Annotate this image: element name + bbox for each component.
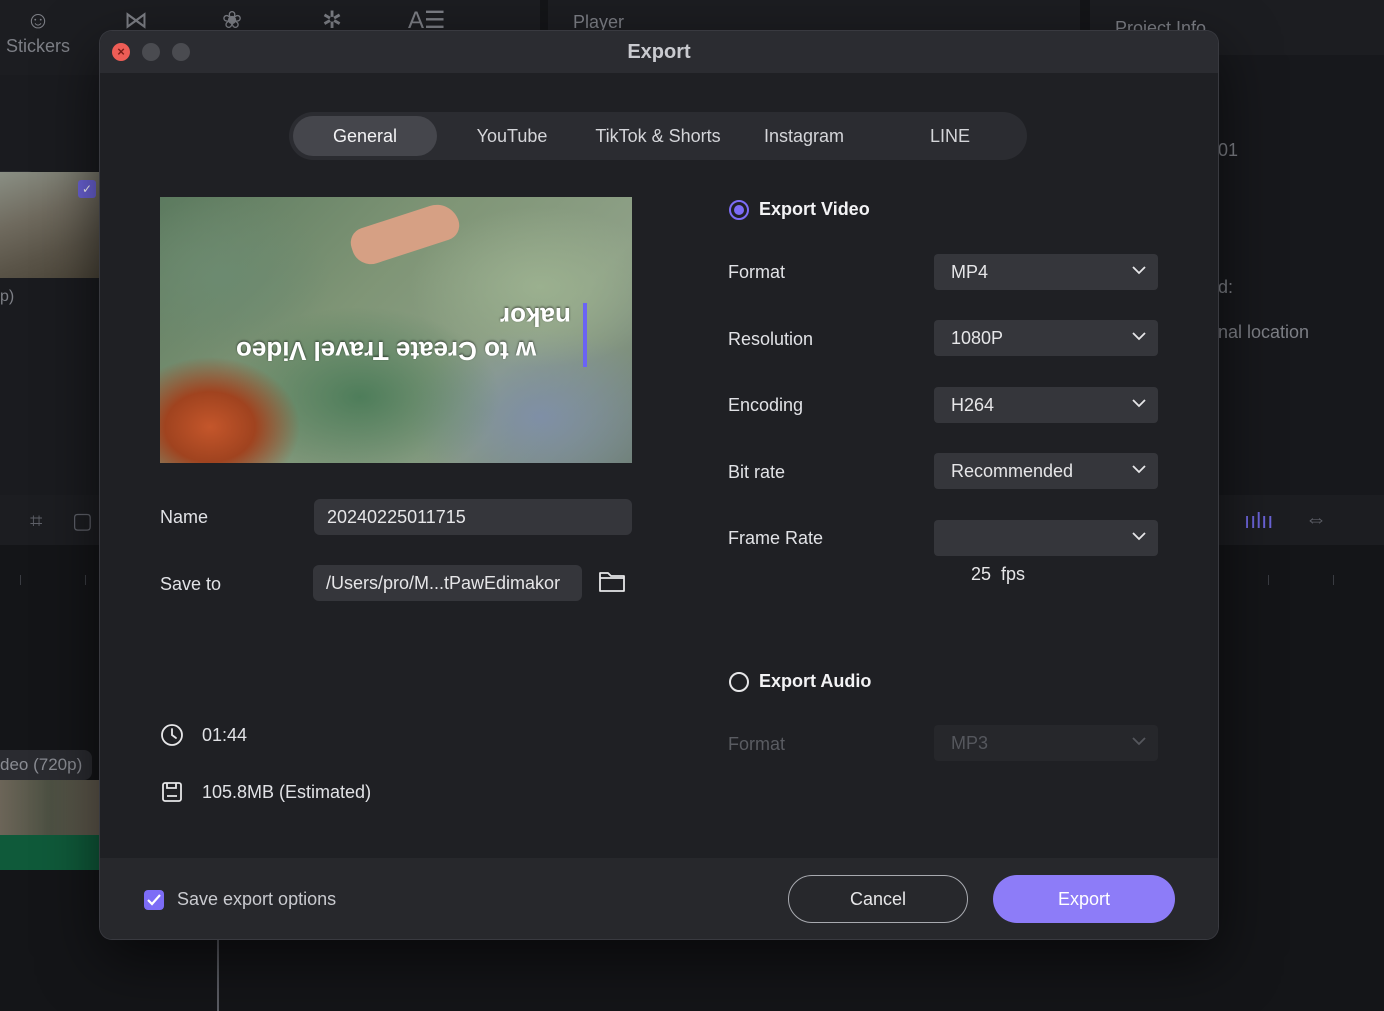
frame-icon[interactable]: ▢ (72, 508, 93, 534)
export-dialog: × Export General YouTube TikTok & Shorts… (100, 31, 1218, 939)
player-tab-label: Player (573, 12, 625, 32)
background-right-panel: 01 d: nal location (1218, 55, 1384, 495)
preview-hand (346, 198, 464, 270)
project-info-location: nal location (1218, 322, 1310, 342)
smiley-icon: ☺ (25, 7, 51, 34)
resolution-select[interactable]: 1080P (934, 320, 1158, 356)
video-clip[interactable] (0, 780, 100, 835)
background-left-panel: ort (0, 75, 100, 495)
chevron-down-icon (1132, 532, 1146, 541)
audio-format-label: Format (728, 734, 786, 754)
audio-format-select: MP3 (934, 725, 1158, 761)
save-to-path[interactable]: /Users/pro/M...tPawEdimakor (313, 565, 582, 601)
preview-caption-line2: nakor (500, 302, 571, 332)
resolution-label: Resolution (728, 329, 814, 349)
audio-wave-icon[interactable]: ıılıı (1244, 508, 1273, 534)
video-preview: w to Create Travel Video nakor (160, 197, 632, 463)
clip-label: deo (720p) (0, 750, 93, 780)
name-input[interactable]: 20240225011715 (314, 499, 632, 535)
project-info-value: 01 (1218, 140, 1239, 160)
save-export-options-label[interactable]: Save export options (177, 889, 336, 910)
playhead[interactable] (217, 940, 219, 1011)
save-export-options-checkbox[interactable] (144, 890, 164, 910)
format-label: Format (728, 262, 786, 282)
dialog-title: Export (627, 41, 691, 63)
tab-general[interactable]: General (293, 116, 437, 156)
crop-icon[interactable]: ⌗ (30, 508, 42, 534)
chevron-down-icon (1132, 332, 1146, 341)
cancel-button[interactable]: Cancel (788, 875, 968, 923)
clock-icon (161, 724, 183, 746)
export-audio-radio[interactable] (729, 672, 749, 692)
encoding-value: H264 (951, 395, 995, 415)
checkmark-icon (147, 894, 161, 906)
save-disk-icon (162, 782, 182, 802)
encoding-label: Encoding (728, 395, 804, 415)
text-cursor (583, 303, 587, 367)
ruler-tick (20, 575, 21, 585)
bit-rate-label: Bit rate (728, 462, 786, 482)
format-value: MP4 (951, 262, 989, 282)
dialog-footer: Save export options Cancel Export (100, 858, 1218, 939)
audio-clip[interactable] (0, 835, 100, 870)
tab-line[interactable]: LINE (877, 116, 1023, 156)
folder-icon[interactable] (598, 569, 626, 593)
bit-rate-select[interactable]: Recommended (934, 453, 1158, 489)
name-label: Name (160, 507, 209, 527)
export-audio-label: Export Audio (759, 671, 872, 691)
stickers-label: Stickers (5, 36, 70, 56)
resolution-value: 1080P (951, 328, 1004, 348)
chevron-down-icon (1132, 399, 1146, 408)
bit-rate-value: Recommended (951, 461, 1074, 481)
audio-format-value: MP3 (951, 733, 989, 753)
preview-caption-line1: w to Create Travel Video (236, 336, 537, 366)
dialog-titlebar: × Export (100, 31, 1218, 73)
tab-instagram[interactable]: Instagram (731, 116, 877, 156)
save-to-label: Save to (160, 574, 222, 594)
checkmark-icon: ✓ (78, 180, 96, 198)
chevron-down-icon (1132, 465, 1146, 474)
ruler-tick (1268, 575, 1269, 585)
media-thumbnail[interactable]: ✓ (0, 172, 100, 278)
ruler-tick (1333, 575, 1334, 585)
chevron-down-icon (1132, 737, 1146, 746)
export-button[interactable]: Export (993, 875, 1175, 923)
thumbnail-caption: p) (0, 288, 15, 305)
export-video-radio[interactable] (729, 200, 749, 220)
fit-width-icon[interactable]: ⇔ (1305, 506, 1327, 532)
tab-tiktok-shorts[interactable]: TikTok & Shorts (585, 116, 731, 156)
chevron-down-icon (1132, 266, 1146, 275)
frame-rate-select[interactable]: 25 fps (934, 520, 1158, 584)
export-video-label: Export Video (759, 199, 870, 219)
encoding-select[interactable]: H264 (934, 387, 1158, 423)
ruler-tick (85, 575, 86, 585)
frame-rate-value: 25 fps (971, 564, 1026, 584)
stickers-tool[interactable]: ☺ Stickers (5, 6, 71, 57)
tab-youtube[interactable]: YouTube (439, 116, 585, 156)
format-select[interactable]: MP4 (934, 254, 1158, 290)
frame-rate-label: Frame Rate (728, 528, 824, 548)
project-info-key: d: (1218, 277, 1234, 297)
platform-tabs: General YouTube TikTok & Shorts Instagra… (289, 112, 1027, 160)
duration-value: 01:44 (202, 725, 248, 745)
file-size-value: 105.8MB (Estimated) (202, 782, 372, 802)
